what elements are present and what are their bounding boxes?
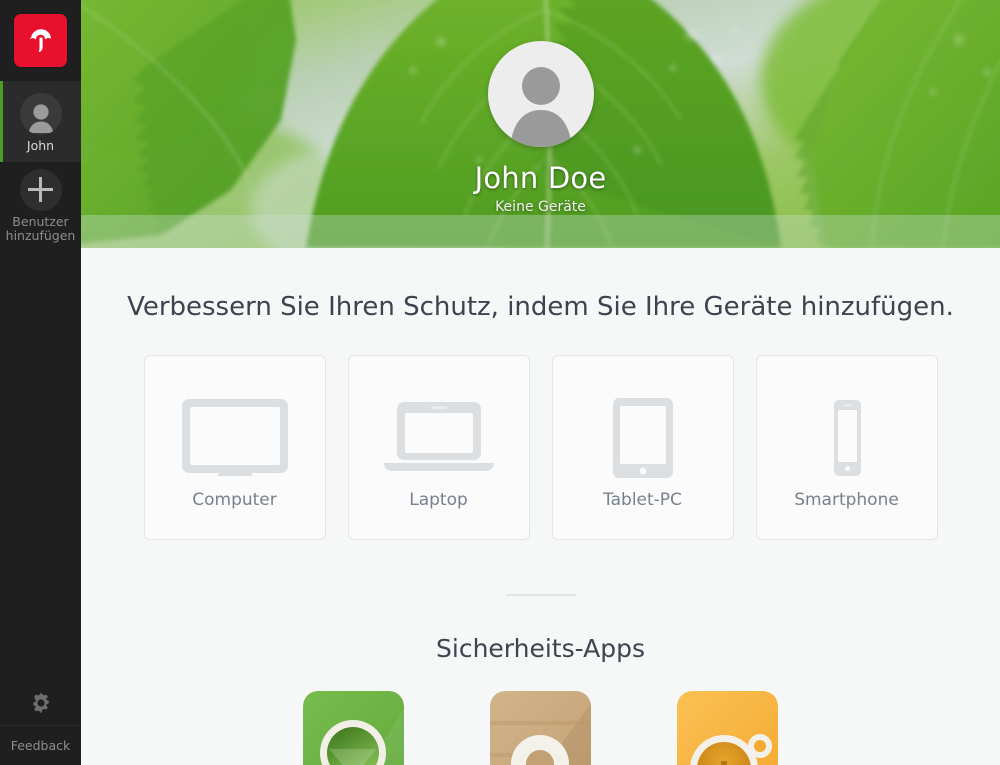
device-card-laptop[interactable]: Laptop <box>347 355 530 540</box>
app-logo[interactable] <box>0 0 81 81</box>
sidebar-item-add-user[interactable]: Benutzer hinzufügen <box>0 162 81 247</box>
feedback-label: Feedback <box>10 738 71 753</box>
avatar[interactable] <box>487 41 594 147</box>
device-card-label: Computer <box>192 490 277 510</box>
orange-compass-app-icon <box>677 691 778 765</box>
section-divider <box>505 594 576 596</box>
user-avatar-icon <box>509 67 572 147</box>
smartphone-icon <box>825 388 869 488</box>
hero-inner: John Doe Keine Geräte <box>81 0 1000 248</box>
desktop-monitor-icon <box>179 388 291 488</box>
device-card-smartphone[interactable]: Smartphone <box>755 355 938 540</box>
hero-banner: John Doe Keine Geräte <box>81 0 1000 248</box>
app-window: John Benutzer hinzufügen Feedback John D… <box>0 0 1000 765</box>
device-card-label: Smartphone <box>794 490 899 510</box>
device-card-list: Computer Laptop Tablet-PC Smartphone <box>81 355 1000 540</box>
settings-button[interactable] <box>0 680 81 725</box>
plus-icon <box>19 168 62 211</box>
apps-section-title: Sicherheits-Apps <box>436 634 645 663</box>
feedback-button[interactable]: Feedback <box>0 725 81 765</box>
sidebar-item-label-line1: Benutzer <box>12 213 69 229</box>
sidebar-item-label: John <box>26 137 55 153</box>
sidebar: John Benutzer hinzufügen Feedback <box>0 0 81 765</box>
user-avatar-icon <box>19 92 62 135</box>
page-title: Verbessern Sie Ihren Schutz, indem Sie I… <box>127 292 954 322</box>
sidebar-bottom: Feedback <box>0 680 81 765</box>
main-content: John Doe Keine Geräte Verbessern Sie Ihr… <box>81 0 1000 765</box>
tablet-icon <box>610 388 676 488</box>
tan-circle-app-icon <box>490 691 591 765</box>
device-card-computer[interactable]: Computer <box>143 355 326 540</box>
app-tile-green[interactable] <box>303 691 404 765</box>
device-card-tablet[interactable]: Tablet-PC <box>551 355 734 540</box>
laptop-icon <box>378 388 500 488</box>
app-tile-tan[interactable] <box>490 691 591 765</box>
user-name: John Doe <box>474 161 607 195</box>
sidebar-item-label-line2: hinzufügen <box>5 227 76 243</box>
sidebar-item-john[interactable]: John <box>0 81 81 162</box>
security-apps-list <box>81 691 1000 765</box>
avira-umbrella-icon <box>14 14 67 67</box>
device-card-label: Tablet-PC <box>603 490 682 510</box>
app-tile-orange[interactable] <box>677 691 778 765</box>
device-count-status: Keine Geräte <box>495 199 586 215</box>
device-card-label: Laptop <box>409 490 468 510</box>
green-shield-app-icon <box>303 691 404 765</box>
content-area: Verbessern Sie Ihren Schutz, indem Sie I… <box>81 292 1000 765</box>
gear-icon <box>32 692 49 713</box>
